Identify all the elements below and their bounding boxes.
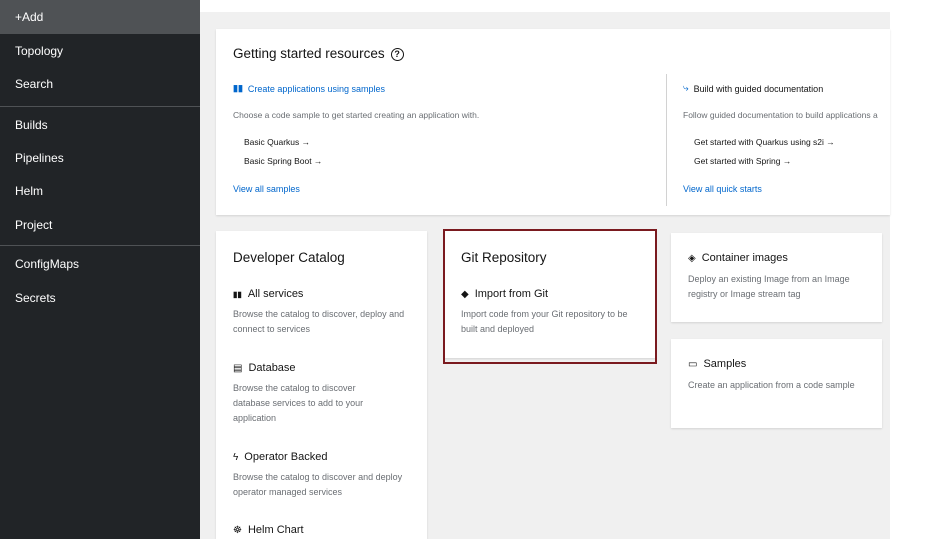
create-apps-samples-link[interactable]: Create applications using samples [248, 84, 385, 94]
spring-link[interactable]: Get started with Spring → [694, 156, 791, 166]
guided-description: Follow guided documentation to build app… [683, 110, 878, 120]
question-circle-icon[interactable]: ? [390, 48, 404, 61]
samples-description: Choose a code sample to get started crea… [233, 110, 480, 120]
sidebar-item-configmaps[interactable]: ConfigMaps [0, 247, 200, 281]
samples-card[interactable]: ▭ Samples Create an application from a c… [671, 339, 882, 428]
layer-icon: ◈ [688, 252, 696, 264]
route-icon: ⤷ [683, 83, 689, 94]
helm-icon: ☸ [233, 524, 242, 536]
container-images-description: Deploy an existing Image from an Image r… [688, 274, 850, 299]
sidebar-item-helm[interactable]: Helm [0, 174, 200, 208]
book-icon: ▮▮ [233, 289, 242, 299]
sidebar-item-project[interactable]: Project [0, 208, 200, 242]
book-icon: ▮▮ [233, 83, 243, 93]
nav-divider [0, 106, 200, 107]
getting-started-card: Getting started resources? ▮▮ Create app… [216, 29, 890, 215]
sidebar-nav: +Add Topology Search Builds Pipelines He… [0, 0, 200, 539]
sidebar-item-pipelines[interactable]: Pipelines [0, 141, 200, 175]
samples-item[interactable]: ▭ Samples [688, 358, 746, 370]
main-content: Getting started resources? ▮▮ Create app… [200, 0, 936, 539]
developer-catalog-title: Developer Catalog [233, 250, 345, 265]
sidebar-item-builds[interactable]: Builds [0, 108, 200, 142]
operator-backed-title: Operator Backed [244, 451, 328, 463]
samples-header[interactable]: ▮▮ Create applications using samples [233, 83, 385, 94]
database-title: Database [248, 362, 296, 374]
database-icon: ▤ [233, 362, 243, 374]
container-images-title: Container images [701, 252, 788, 264]
all-services-item[interactable]: ▮▮ All services [233, 288, 303, 300]
getting-started-title-text: Getting started resources [233, 46, 385, 61]
container-images-item[interactable]: ◈ Container images [688, 252, 788, 264]
build-guided-docs-title: Build with guided documentation [693, 83, 824, 94]
guided-header[interactable]: ⤷ Build with guided documentation [683, 83, 823, 94]
operator-backed-description: Browse the catalog to discover and deplo… [233, 472, 403, 497]
database-item[interactable]: ▤ Database [233, 362, 296, 374]
sidebar-item-secrets[interactable]: Secrets [0, 281, 200, 315]
bolt-icon: ϟ [233, 451, 239, 463]
developer-catalog-card: Developer Catalog ▮▮ All services Browse… [216, 231, 427, 539]
sidebar-item-search[interactable]: Search [0, 67, 200, 101]
helm-chart-item[interactable]: ☸ Helm Chart [233, 524, 304, 536]
quarkus-s2i-link[interactable]: Get started with Quarkus using s2i → [694, 137, 835, 147]
laptop-icon: ▭ [688, 358, 698, 370]
sidebar-item-topology[interactable]: Topology [0, 34, 200, 68]
sidebar-item-add[interactable]: +Add [0, 0, 200, 34]
database-description: Browse the catalog to discover database … [233, 383, 364, 423]
view-all-samples-link[interactable]: View all samples [233, 184, 300, 194]
all-services-title: All services [247, 288, 304, 300]
getting-started-title: Getting started resources? [233, 46, 404, 61]
container-images-card[interactable]: ◈ Container images Deploy an existing Im… [671, 233, 882, 322]
samples-title: Samples [703, 358, 747, 370]
git-repository-highlight [443, 229, 657, 364]
nav-divider [0, 245, 200, 246]
helm-chart-title: Helm Chart [247, 524, 304, 536]
operator-backed-item[interactable]: ϟ Operator Backed [233, 451, 327, 463]
view-all-quick-starts-link[interactable]: View all quick starts [683, 184, 762, 194]
all-services-description: Browse the catalog to discover, deploy a… [233, 309, 405, 334]
samples-description: Create an application from a code sample [688, 380, 855, 390]
basic-quarkus-link[interactable]: Basic Quarkus → [244, 137, 310, 147]
basic-spring-boot-link[interactable]: Basic Spring Boot → [244, 156, 322, 166]
column-divider [666, 74, 667, 206]
